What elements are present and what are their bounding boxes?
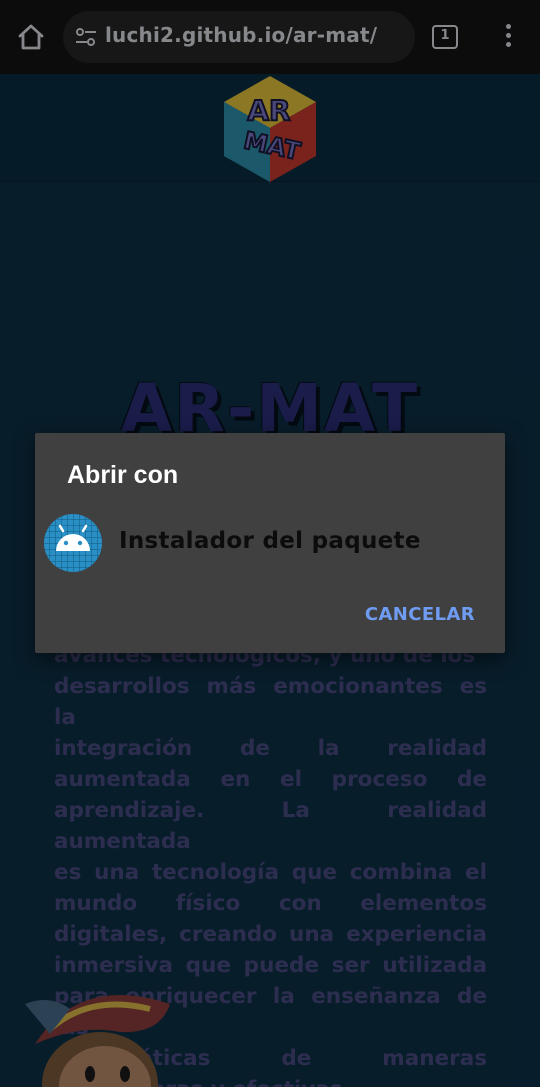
cancel-button[interactable]: CANCELAR [365, 604, 475, 625]
app-option-package-installer[interactable]: Instalador del paquete [35, 505, 505, 579]
app-option-label: Instalador del paquete [119, 528, 421, 554]
open-with-dialog: Abrir con Instalador del paquete CANCELA… [35, 433, 505, 653]
android-icon [44, 514, 102, 572]
dialog-title: Abrir con [67, 461, 179, 489]
